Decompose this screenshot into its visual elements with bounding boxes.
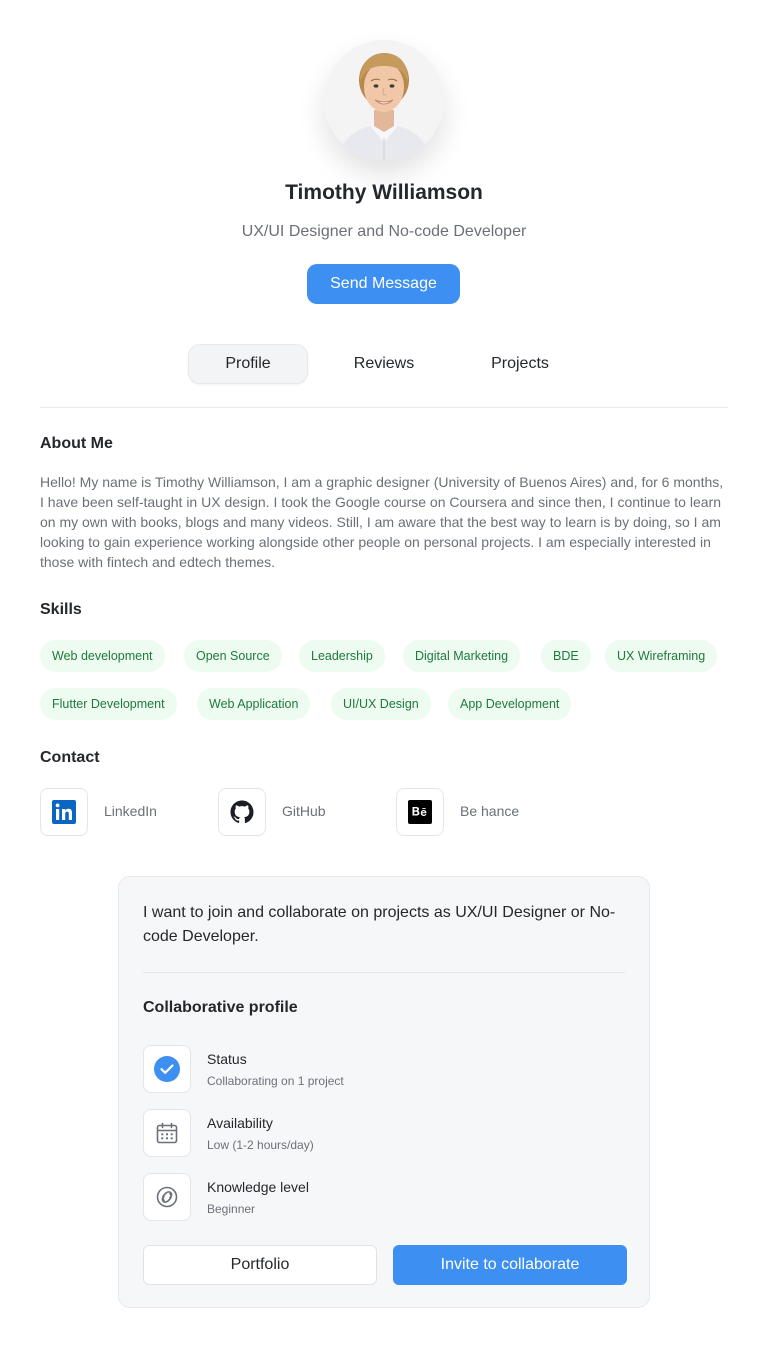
avatar bbox=[324, 40, 444, 160]
calendar-icon bbox=[156, 1122, 178, 1144]
profile-title: UX/UI Designer and No-code Developer bbox=[241, 223, 527, 240]
knowledge-value: Beginner bbox=[207, 1202, 256, 1216]
availability-value: Low (1-2 hours/day) bbox=[207, 1138, 314, 1152]
skill-chip: Flutter Development bbox=[40, 688, 177, 720]
skill-chip: Web Application bbox=[197, 688, 311, 720]
avatar-portrait bbox=[324, 40, 444, 160]
collaboration-intro: I want to join and collaborate on projec… bbox=[143, 904, 616, 945]
card-divider bbox=[143, 972, 625, 973]
skill-chip: Leadership bbox=[299, 640, 385, 672]
skill-chip: App Development bbox=[448, 688, 572, 720]
skill-chip: Web development bbox=[40, 640, 165, 672]
knowledge-icon-box bbox=[143, 1173, 191, 1221]
skill-chip: BDE bbox=[541, 640, 591, 672]
tab-reviews[interactable]: Reviews bbox=[324, 344, 444, 384]
contact-heading: Contact bbox=[40, 749, 100, 766]
status-icon-box bbox=[143, 1045, 191, 1093]
about-text: Hello! My name is Timothy Williamson, I … bbox=[40, 474, 724, 570]
github-label[interactable]: GitHub bbox=[282, 803, 326, 819]
linkedin-link[interactable] bbox=[40, 788, 88, 836]
linkedin-label[interactable]: LinkedIn bbox=[104, 803, 157, 819]
github-link[interactable] bbox=[218, 788, 266, 836]
skill-chip: Digital Marketing bbox=[403, 640, 521, 672]
behance-icon bbox=[408, 800, 432, 824]
tabs-divider bbox=[40, 407, 728, 408]
status-value: Collaborating on 1 project bbox=[207, 1074, 344, 1088]
knowledge-label: Knowledge level bbox=[207, 1179, 309, 1195]
check-circle-icon bbox=[154, 1056, 180, 1082]
availability-icon-box bbox=[143, 1109, 191, 1157]
skills-heading: Skills bbox=[40, 601, 82, 618]
portfolio-button[interactable]: Portfolio bbox=[143, 1245, 377, 1285]
invite-to-collaborate-button[interactable]: Invite to collaborate bbox=[393, 1245, 627, 1285]
status-label: Status bbox=[207, 1051, 247, 1067]
send-message-button[interactable]: Send Message bbox=[307, 264, 460, 304]
skill-chip: UI/UX Design bbox=[331, 688, 431, 720]
collaboration-card: I want to join and collaborate on projec… bbox=[118, 876, 650, 1308]
collaborative-profile-heading: Collaborative profile bbox=[143, 999, 298, 1016]
knowledge-icon bbox=[156, 1186, 178, 1208]
about-heading: About Me bbox=[40, 435, 113, 452]
tab-projects[interactable]: Projects bbox=[460, 344, 580, 384]
skill-chip: Open Source bbox=[184, 640, 282, 672]
github-icon bbox=[230, 800, 254, 824]
availability-label: Availability bbox=[207, 1115, 273, 1131]
behance-label[interactable]: Be hance bbox=[460, 803, 519, 819]
behance-link[interactable] bbox=[396, 788, 444, 836]
profile-name: Timothy Williamson bbox=[285, 181, 483, 204]
skill-chip: UX Wireframing bbox=[605, 640, 718, 672]
tab-profile[interactable]: Profile bbox=[188, 344, 308, 384]
linkedin-icon bbox=[52, 800, 76, 824]
